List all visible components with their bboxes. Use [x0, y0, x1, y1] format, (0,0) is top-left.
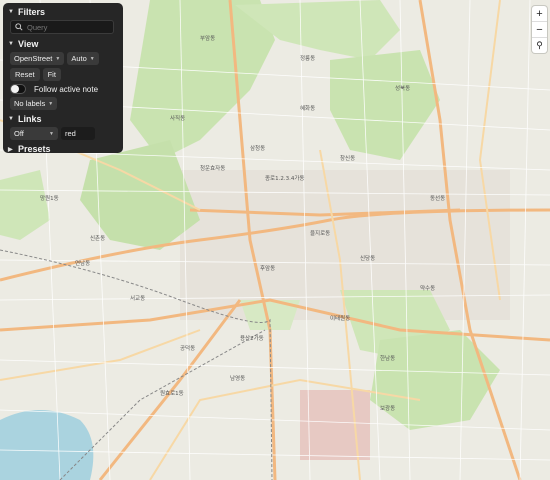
reset-button[interactable]: Reset [10, 68, 40, 81]
district-label: 남영동 [230, 374, 245, 382]
zoom-control: + − ⚲ [532, 6, 547, 53]
caret-down-icon: ▼ [8, 116, 14, 122]
district-label: 청운효자동 [200, 164, 225, 172]
district-label: 동선동 [430, 194, 445, 202]
fit-button[interactable]: Fit [42, 68, 61, 81]
links-row: Off ▼ red [10, 127, 118, 140]
district-label: 신촌동 [90, 234, 105, 242]
links-label: Links [18, 114, 42, 124]
links-mode-select[interactable]: Off ▼ [10, 127, 58, 140]
district-label: 정릉동 [300, 55, 315, 62]
zoom-in-button[interactable]: + [532, 6, 547, 21]
query-field[interactable] [10, 20, 114, 34]
view-select-row: OpenStreet ▼ Auto ▼ [10, 52, 118, 65]
district-label: 원효로1동 [160, 389, 184, 397]
district-label: 보광동 [380, 405, 395, 412]
presets-label: Presets [18, 144, 51, 154]
district-label: 부암동 [200, 34, 215, 42]
caret-right-icon: ▶ [8, 146, 13, 153]
view-mode-value: Auto [71, 54, 87, 63]
follow-label: Follow active note [34, 84, 99, 94]
links-color-field[interactable]: red [61, 127, 95, 140]
labels-row: No labels ▼ [10, 97, 118, 110]
query-input[interactable] [27, 22, 107, 32]
district-label: 약수동 [420, 284, 435, 292]
caret-down-icon: ▼ [8, 9, 14, 15]
district-label: 삼청동 [250, 144, 265, 152]
links-section-header[interactable]: ▼ Links [8, 113, 118, 125]
chevron-down-icon: ▼ [89, 55, 95, 62]
chevron-down-icon: ▼ [48, 100, 54, 107]
view-button-row: Reset Fit [10, 68, 118, 81]
tile-source-value: OpenStreet [14, 54, 53, 63]
district-label: 창신동 [340, 154, 355, 162]
district-label: 을지로동 [310, 229, 330, 237]
district-label: 연남동 [75, 259, 90, 267]
campus-area [300, 390, 370, 460]
filters-section-header[interactable]: ▼ Filters [8, 6, 118, 18]
river [0, 410, 94, 480]
district-label: 사직동 [170, 114, 185, 122]
view-label: View [18, 39, 39, 49]
district-label: 서교동 [130, 294, 145, 302]
view-section-header[interactable]: ▼ View [8, 38, 118, 50]
follow-row: Follow active note [10, 84, 118, 94]
zoom-out-button[interactable]: − [532, 21, 547, 37]
district-label: 신당동 [360, 254, 375, 262]
district-label: 종로1.2.3.4가동 [265, 174, 304, 182]
links-mode-value: Off [14, 129, 24, 138]
labels-value: No labels [14, 99, 46, 108]
chevron-down-icon: ▼ [49, 130, 54, 137]
labels-select[interactable]: No labels ▼ [10, 97, 58, 110]
map-search-button[interactable]: ⚲ [532, 37, 547, 53]
district-label: 성북동 [395, 84, 410, 92]
presets-section-header[interactable]: ▶ Presets [8, 143, 118, 155]
caret-down-icon: ▼ [8, 41, 14, 47]
district-label: 망원1동 [40, 194, 59, 202]
view-mode-select[interactable]: Auto ▼ [67, 52, 99, 65]
district-label: 한남동 [380, 354, 395, 362]
control-panel: ▼ Filters ▼ View OpenStreet ▼ Auto ▼ Res… [3, 3, 123, 155]
chevron-down-icon: ▼ [55, 55, 61, 62]
district-label: 용산2가동 [240, 334, 264, 342]
follow-toggle[interactable] [10, 84, 26, 94]
district-label: 이태원동 [330, 314, 350, 322]
district-label: 공덕동 [180, 345, 195, 352]
tile-source-select[interactable]: OpenStreet ▼ [10, 52, 65, 65]
district-label: 후암동 [260, 264, 275, 272]
district-label: 혜화동 [300, 104, 315, 112]
filters-label: Filters [18, 7, 46, 17]
search-icon [15, 23, 23, 31]
links-color-value: red [65, 129, 76, 138]
